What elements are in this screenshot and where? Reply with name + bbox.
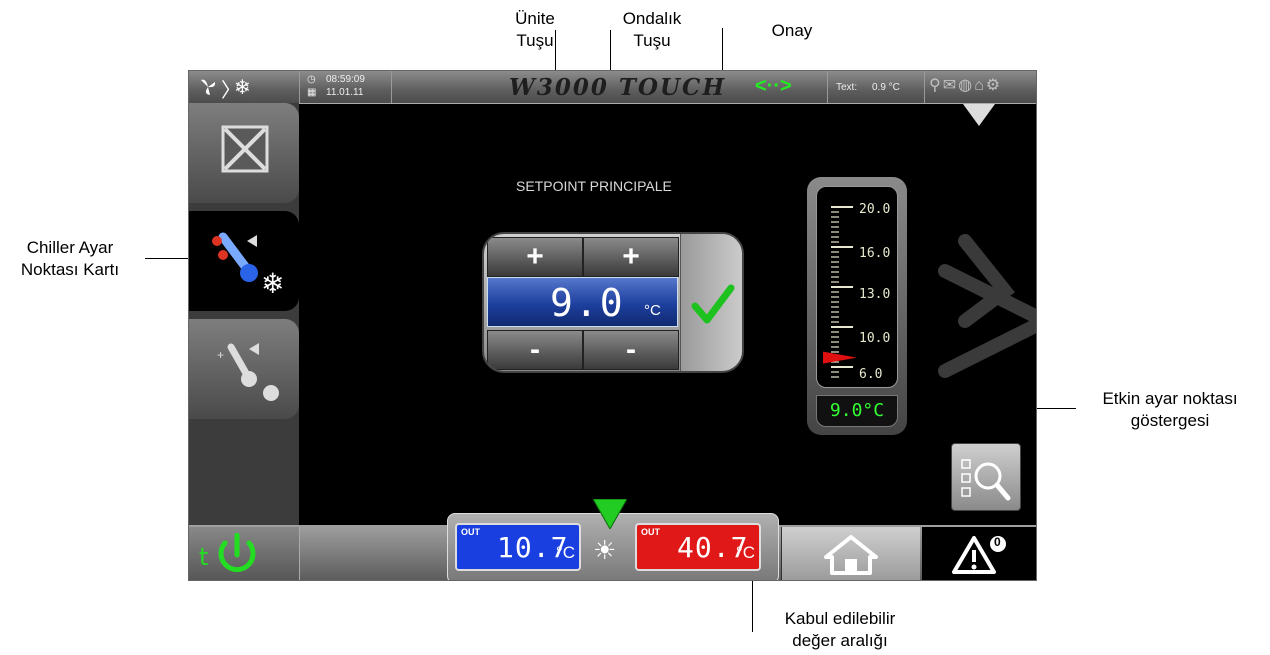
- calendar-icon: ▦: [307, 87, 317, 98]
- sidebar-item-off[interactable]: [189, 103, 299, 203]
- mode-indicator-arrow-icon: [593, 499, 627, 529]
- hot-output-display: OUT 40.7 °C: [635, 523, 761, 571]
- active-setpoint-marker: [823, 351, 857, 364]
- search-checklist-icon: [961, 459, 1011, 501]
- top-bar: 〉 ❄ ◷ 08:59:09 ▦ 11.01.11 W3000 TOUCH <·…: [189, 71, 1036, 104]
- home-button[interactable]: [781, 527, 920, 580]
- alarm-count: 0: [994, 535, 1001, 549]
- outside-temp-value: 0.9 °C: [872, 82, 900, 93]
- svg-text:❄: ❄: [261, 267, 284, 300]
- menu-down-arrow-icon[interactable]: [963, 104, 995, 126]
- diagnostics-button[interactable]: [951, 443, 1021, 511]
- tick-label-13: 13.0: [859, 287, 891, 302]
- setpoint-unit: °C: [644, 302, 661, 319]
- callout-unit-key: Ünite Tuşu: [515, 9, 555, 50]
- sidebar-item-chiller-setpoint[interactable]: ❄: [189, 211, 299, 311]
- cold-output-display: OUT 10.7 °C: [455, 523, 581, 571]
- cold-output-unit: °C: [555, 543, 575, 562]
- setpoint-value: 9.0: [550, 281, 625, 325]
- sidebar-item-heat-setpoint[interactable]: +: [189, 319, 299, 419]
- decimal-plus-button[interactable]: +: [583, 237, 679, 277]
- callout-card: Chiller Ayar Noktası Kartı: [20, 238, 120, 279]
- unit-minus-button[interactable]: -: [487, 330, 583, 370]
- tick-label-16: 16.0: [859, 246, 891, 261]
- decimal-minus-button[interactable]: -: [583, 330, 679, 370]
- status-mode-segment[interactable]: 〉 ❄: [189, 71, 300, 103]
- thermometer-sun-icon: +: [217, 343, 279, 401]
- connection-icon: <··>: [755, 75, 792, 97]
- setpoint-display: 9.0 °C: [487, 277, 678, 327]
- range-scale: 20.0 16.0 13.0 10.0 6.0: [816, 186, 898, 388]
- hot-output-unit: °C: [735, 543, 755, 562]
- callout-range: Kabul edilebilir değer aralığı: [784, 609, 896, 650]
- tick-label-10: 10.0: [859, 331, 891, 346]
- callout-confirm: Onay: [771, 21, 813, 40]
- check-icon: [691, 284, 735, 324]
- brand-title: W3000 TOUCH: [509, 74, 727, 101]
- fan-icon: [201, 79, 216, 95]
- snowflake-icon: ❄: [234, 77, 251, 99]
- thermometer-snow-icon: ❄: [212, 232, 284, 300]
- home-icon: [824, 535, 878, 575]
- snowflake-decoration-icon: [938, 234, 1036, 378]
- unit-plus-button[interactable]: +: [487, 237, 583, 277]
- status-icons[interactable]: ⚲✉◍⌂⚙: [929, 75, 1034, 99]
- callout-active-indicator: Etkin ayar noktası göstergesi: [1102, 389, 1238, 430]
- date-text: 11.01.11: [326, 87, 364, 98]
- hot-output-label: OUT: [641, 527, 660, 537]
- time-text: 08:59:09: [326, 74, 365, 85]
- outside-temp-segment: Text: 0.9 °C: [827, 71, 925, 103]
- tick-label-6: 6.0: [859, 367, 883, 382]
- tick-label-20: 20.0: [859, 202, 891, 217]
- outside-temp-label: Text:: [836, 82, 858, 93]
- alarm-button[interactable]: 0: [922, 527, 1036, 580]
- confirm-button[interactable]: [680, 234, 742, 371]
- setpoint-title: SETPOINT PRINCIPALE: [516, 178, 672, 194]
- power-icon: t: [199, 533, 256, 573]
- sun-cloud-icon: ☀: [593, 535, 617, 565]
- sidebar: ❄ +: [189, 103, 299, 525]
- leader-card: [145, 258, 190, 259]
- svg-text:t: t: [199, 543, 208, 571]
- clock-icon: ◷: [307, 74, 316, 85]
- power-button[interactable]: t: [189, 527, 300, 580]
- active-setpoint-readout: 9.0°C: [816, 395, 898, 427]
- cold-output-label: OUT: [461, 527, 480, 537]
- device-screen: 〉 ❄ ◷ 08:59:09 ▦ 11.01.11 W3000 TOUCH <·…: [188, 70, 1037, 581]
- clock-segment: ◷ 08:59:09 ▦ 11.01.11: [299, 71, 392, 103]
- x-icon: [221, 125, 269, 173]
- setpoint-editor: + + 9.0 °C - -: [482, 232, 744, 373]
- setpoint-gauge: 20.0 16.0 13.0 10.0 6.0 9.0°C: [807, 177, 907, 435]
- svg-text:+: +: [217, 348, 224, 362]
